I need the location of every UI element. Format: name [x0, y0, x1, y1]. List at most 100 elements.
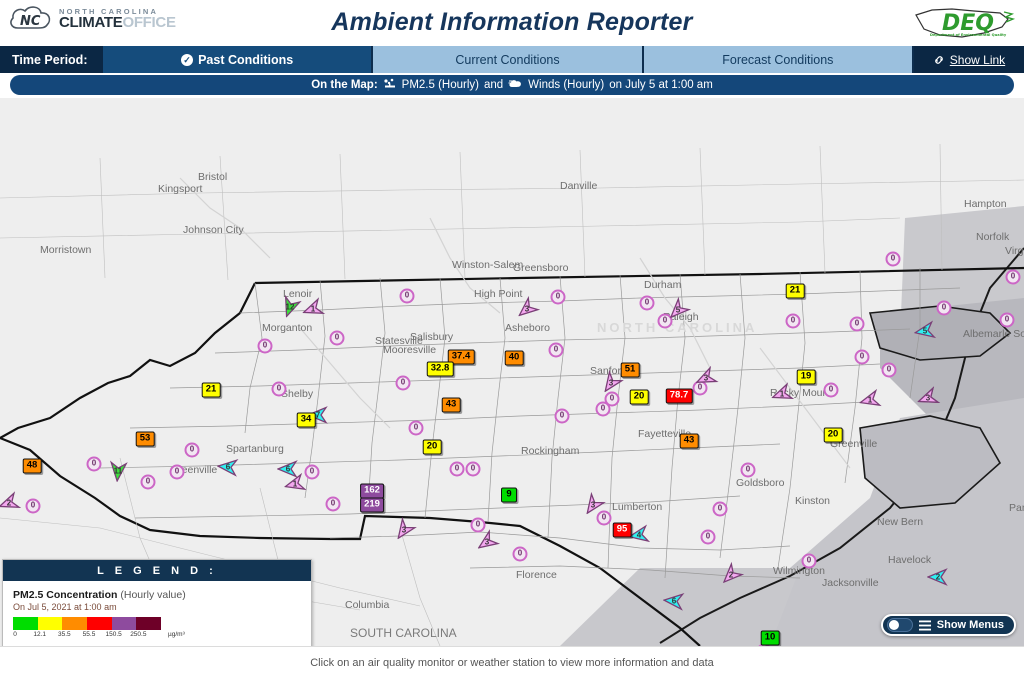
pm25-monitor-marker[interactable]: 21: [201, 382, 221, 398]
wind-station-marker[interactable]: 3: [600, 369, 624, 393]
pm25-monitor-marker[interactable]: 95: [612, 522, 632, 538]
legend-tick-label: 0: [13, 631, 17, 638]
monitor-marker-zero[interactable]: 0: [639, 295, 655, 311]
timestamp-label: on July 5 at 1:00 am: [609, 79, 713, 91]
pm25-monitor-marker[interactable]: 19: [796, 369, 816, 385]
show-link-button[interactable]: Show Link: [913, 46, 1024, 73]
wind-station-marker[interactable]: 6: [662, 592, 685, 611]
monitor-marker-zero[interactable]: 0: [936, 300, 952, 316]
pm25-monitor-icon: [383, 78, 397, 92]
pm25-monitor-marker[interactable]: 43: [679, 433, 699, 449]
monitor-marker-zero[interactable]: 0: [712, 501, 728, 517]
map-legend: L E G E N D : PM2.5 Concentration (Hourl…: [2, 559, 312, 646]
interactive-map[interactable]: Kingsport Bristol Johnson City Morristown Le…: [0, 98, 1024, 646]
monitor-marker-zero[interactable]: 0: [449, 461, 465, 477]
legend-pm25-heading: PM2.5 Concentration (Hourly value): [13, 589, 301, 601]
pm25-monitor-marker[interactable]: 51: [620, 362, 640, 378]
monitor-marker-zero[interactable]: 0: [395, 375, 411, 391]
wind-station-marker[interactable]: 3: [582, 491, 606, 515]
status-bar-text: Click on an air quality monitor or weath…: [310, 657, 714, 669]
monitor-marker-zero[interactable]: 0: [785, 313, 801, 329]
monitor-marker-zero[interactable]: 0: [849, 316, 865, 332]
show-menus-toggle-button[interactable]: Show Menus: [880, 614, 1016, 636]
pm25-monitor-marker[interactable]: 20: [422, 439, 442, 455]
wind-station-marker[interactable]: 1: [771, 382, 795, 403]
wind-station-marker[interactable]: 1: [302, 297, 326, 318]
tab-past-conditions[interactable]: ✓ Past Conditions: [103, 46, 374, 73]
wind-station-marker[interactable]: 5: [913, 320, 937, 340]
monitor-marker-zero[interactable]: 0: [465, 461, 481, 477]
pm25-monitor-marker[interactable]: 43: [441, 397, 461, 413]
wind-station-marker[interactable]: 11: [107, 460, 129, 483]
monitor-marker-zero[interactable]: 0: [740, 462, 756, 478]
wind-station-marker[interactable]: 2: [720, 561, 745, 584]
monitor-marker-zero[interactable]: 0: [550, 289, 566, 305]
monitor-marker-zero[interactable]: 0: [999, 312, 1015, 328]
link-icon: [934, 55, 943, 64]
monitor-marker-zero[interactable]: 0: [408, 420, 424, 436]
monitor-marker-zero[interactable]: 0: [329, 330, 345, 346]
monitor-marker-zero[interactable]: 0: [823, 382, 839, 398]
pm25-monitor-marker[interactable]: 9: [501, 487, 517, 503]
monitor-marker-zero[interactable]: 0: [304, 464, 320, 480]
monitor-marker-zero[interactable]: 0: [548, 342, 564, 358]
monitor-marker-zero[interactable]: 0: [169, 464, 185, 480]
monitor-marker-zero[interactable]: 0: [271, 381, 287, 397]
legend-tick-label: 55.5: [82, 631, 96, 638]
wind-station-marker[interactable]: 3: [695, 365, 719, 387]
legend-pm25-colorbar: [13, 617, 162, 630]
pm25-monitor-marker[interactable]: 10: [760, 630, 780, 646]
monitor-marker-zero[interactable]: 0: [1005, 269, 1021, 285]
monitor-marker-zero[interactable]: 0: [25, 498, 41, 514]
wind-station-marker[interactable]: 1: [858, 388, 882, 409]
monitor-marker-zero[interactable]: 0: [184, 442, 200, 458]
legend-pm25-ticks: 0 12.1 35.5 55.5 150.5 250.5 µg/m³: [13, 631, 185, 642]
legend-unit-label: µg/m³: [168, 631, 185, 638]
wind-station-marker[interactable]: 3: [393, 516, 417, 540]
monitor-marker-zero[interactable]: 0: [554, 408, 570, 424]
wind-station-marker[interactable]: 3: [917, 386, 941, 407]
monitor-marker-zero[interactable]: 0: [470, 517, 486, 533]
monitor-marker-zero[interactable]: 0: [881, 362, 897, 378]
pm25-monitor-marker[interactable]: 34: [296, 412, 316, 428]
pm25-monitor-marker[interactable]: 32.8: [426, 361, 454, 377]
layer2-label: Winds (Hourly): [528, 79, 605, 91]
tab-current-conditions[interactable]: Current Conditions: [373, 46, 644, 73]
wind-station-marker[interactable]: 5: [667, 296, 692, 319]
monitor-marker-zero[interactable]: 0: [325, 496, 341, 512]
pm25-monitor-marker[interactable]: 219: [360, 497, 384, 513]
show-menus-toggle-switch[interactable]: [886, 618, 913, 632]
check-circle-icon: ✓: [181, 53, 194, 66]
monitor-marker-zero[interactable]: 0: [257, 338, 273, 354]
conjunction-label: and: [483, 79, 504, 91]
monitor-marker-zero[interactable]: 0: [885, 251, 901, 267]
monitor-marker-zero[interactable]: 0: [801, 553, 817, 569]
pm25-monitor-marker[interactable]: 40: [504, 350, 524, 366]
pm25-monitor-marker[interactable]: 20: [629, 389, 649, 405]
wind-station-marker[interactable]: 4: [627, 524, 651, 544]
legend-tick-label: 150.5: [105, 631, 122, 638]
monitor-marker-zero[interactable]: 0: [512, 546, 528, 562]
wind-station-marker[interactable]: 1: [283, 472, 307, 493]
wind-station-marker[interactable]: 3: [516, 295, 541, 318]
monitor-marker-zero[interactable]: 0: [140, 474, 156, 490]
wind-station-marker[interactable]: 6: [216, 458, 239, 477]
wind-station-marker[interactable]: 3: [476, 529, 501, 551]
pm25-monitor-marker[interactable]: 21: [785, 283, 805, 299]
pm25-monitor-marker[interactable]: 78.7: [665, 388, 693, 404]
legend-swatch: [111, 617, 137, 630]
pm25-monitor-marker[interactable]: 162: [360, 483, 384, 499]
monitor-marker-zero[interactable]: 0: [854, 349, 870, 365]
wind-station-marker[interactable]: 12: [279, 294, 302, 318]
monitor-marker-zero[interactable]: 0: [700, 529, 716, 545]
pm25-monitor-marker[interactable]: 53: [135, 431, 155, 447]
tab-forecast-conditions[interactable]: Forecast Conditions: [643, 46, 914, 73]
pm25-monitor-marker[interactable]: 48: [22, 458, 42, 474]
monitor-marker-zero[interactable]: 0: [86, 456, 102, 472]
wind-station-marker[interactable]: 2: [926, 568, 949, 586]
legend-pm25-date: On Jul 5, 2021 at 1:00 am: [13, 602, 117, 612]
status-bar: Click on an air quality monitor or weath…: [0, 646, 1024, 679]
pm25-monitor-marker[interactable]: 20: [823, 427, 843, 443]
wind-station-marker[interactable]: 2: [0, 491, 22, 512]
monitor-marker-zero[interactable]: 0: [399, 288, 415, 304]
